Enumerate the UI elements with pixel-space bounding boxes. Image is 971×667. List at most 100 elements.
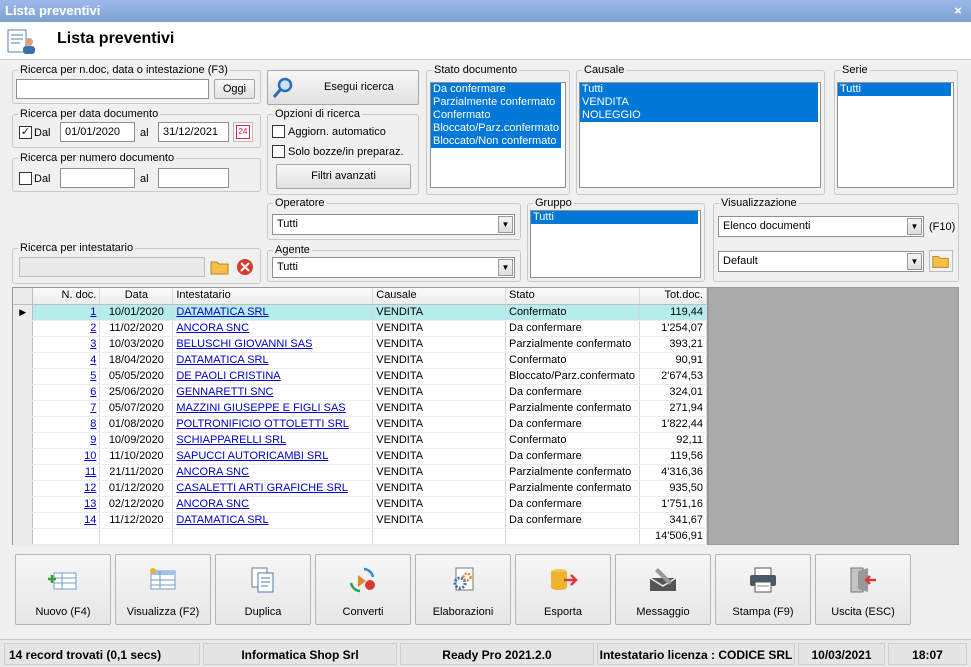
cell-ndoc-text[interactable]: 8 xyxy=(90,418,96,430)
cell-totdoc[interactable]: 119,44 xyxy=(639,304,708,321)
row-selector[interactable] xyxy=(13,320,34,337)
cell-ndoc[interactable]: 8 xyxy=(32,416,101,433)
cell-causale[interactable]: VENDITA xyxy=(372,320,506,337)
cell-intestatario[interactable]: ANCORA SNC xyxy=(172,464,374,481)
cell-data[interactable]: 11/02/2020 xyxy=(99,320,174,337)
cell-intestatario-text[interactable]: POLTRONIFICIO OTTOLETTI SRL xyxy=(176,418,349,430)
cell-stato[interactable]: Parzialmente confermato xyxy=(505,400,640,417)
table-row[interactable]: ▶ 1 10/01/2020 DATAMATICA SRL VENDITA Conferm… xyxy=(13,304,708,321)
col-header-intestatario[interactable]: Intestatario xyxy=(172,288,374,305)
cell-totdoc[interactable]: 271,94 xyxy=(639,400,708,417)
cell-totdoc[interactable]: 2'674,53 xyxy=(639,368,708,385)
cell-stato[interactable]: Parzialmente confermato xyxy=(505,480,640,497)
cell-ndoc[interactable]: 13 xyxy=(32,496,101,513)
toolbar-button-exit[interactable]: Uscita (ESC) xyxy=(815,554,911,625)
col-header-stato[interactable]: Stato xyxy=(505,288,640,305)
cell-intestatario-text[interactable]: MAZZINI GIUSEPPE E FIGLI SAS xyxy=(176,402,345,414)
table-row[interactable]: 9 10/09/2020 SCHIAPPARELLI SRL VENDITA Confe… xyxy=(13,432,708,449)
cell-stato[interactable]: Da confermare xyxy=(505,416,640,433)
status-option[interactable]: Bloccato/Non confermato xyxy=(431,135,561,148)
date-from-input[interactable]: 01/01/2020 xyxy=(60,122,135,142)
status-option[interactable]: Bloccato/Parz.confermato xyxy=(431,122,561,135)
gruppo-option[interactable]: Tutti xyxy=(531,211,698,224)
cell-ndoc-text[interactable]: 4 xyxy=(90,354,96,366)
intestatario-input[interactable] xyxy=(19,257,205,277)
cell-ndoc-text[interactable]: 13 xyxy=(84,498,96,510)
agente-select[interactable]: Tutti ▼ xyxy=(272,257,515,278)
cell-intestatario-text[interactable]: ANCORA SNC xyxy=(176,498,249,510)
cell-ndoc[interactable]: 5 xyxy=(32,368,101,385)
cell-intestatario[interactable]: DATAMATICA SRL xyxy=(172,352,374,369)
row-selector[interactable] xyxy=(13,512,34,529)
cell-causale[interactable]: VENDITA xyxy=(372,384,506,401)
cell-data[interactable]: 01/08/2020 xyxy=(99,416,174,433)
cell-totdoc[interactable]: 1'822,44 xyxy=(639,416,708,433)
cell-ndoc[interactable]: 2 xyxy=(32,320,101,337)
cell-intestatario-text[interactable]: BELUSCHI GIOVANNI SAS xyxy=(176,338,312,350)
toolbar-button-gears[interactable]: Elaborazioni xyxy=(415,554,511,625)
cell-data[interactable]: 11/12/2020 xyxy=(99,512,174,529)
cell-stato[interactable]: Da confermare xyxy=(505,320,640,337)
table-row[interactable]: 11 21/11/2020 ANCORA SNC VENDITA Parzialment… xyxy=(13,464,708,481)
cell-totdoc[interactable]: 1'751,16 xyxy=(639,496,708,513)
cell-data[interactable]: 10/03/2020 xyxy=(99,336,174,353)
folder-icon[interactable] xyxy=(929,250,953,272)
cell-ndoc-text[interactable]: 2 xyxy=(90,322,96,334)
cell-data[interactable]: 18/04/2020 xyxy=(99,352,174,369)
row-selector[interactable] xyxy=(13,368,34,385)
col-header-causale[interactable]: Causale xyxy=(372,288,506,305)
row-selector[interactable] xyxy=(13,496,34,513)
table-row[interactable]: 8 01/08/2020 POLTRONIFICIO OTTOLETTI SRL VE… xyxy=(13,416,708,433)
causale-option[interactable]: VENDITA xyxy=(580,96,818,109)
close-icon[interactable]: × xyxy=(951,0,965,22)
number-from-input[interactable] xyxy=(60,168,135,188)
cell-stato[interactable]: Da confermare xyxy=(505,496,640,513)
table-row[interactable]: 5 05/05/2020 DE PAOLI CRISTINA VENDITA Blocc… xyxy=(13,368,708,385)
cell-data[interactable]: 10/09/2020 xyxy=(99,432,174,449)
auto-update-checkbox[interactable] xyxy=(272,125,285,138)
cell-intestatario[interactable]: MAZZINI GIUSEPPE E FIGLI SAS xyxy=(172,400,374,417)
cell-causale[interactable]: VENDITA xyxy=(372,368,506,385)
cell-stato[interactable]: Da confermare xyxy=(505,512,640,529)
col-header-data[interactable]: Data xyxy=(99,288,174,305)
serie-list[interactable]: Tutti xyxy=(837,82,954,188)
cell-ndoc[interactable]: 10 xyxy=(32,448,101,465)
cell-ndoc-text[interactable]: 7 xyxy=(90,402,96,414)
cell-intestatario[interactable]: DATAMATICA SRL xyxy=(172,304,374,321)
operatore-select[interactable]: Tutti ▼ xyxy=(272,214,515,235)
cell-stato[interactable]: Confermato xyxy=(505,432,640,449)
cell-causale[interactable]: VENDITA xyxy=(372,400,506,417)
cell-causale[interactable]: VENDITA xyxy=(372,336,506,353)
execute-search-button[interactable]: Esegui ricerca xyxy=(267,70,419,105)
oggi-button[interactable]: Oggi xyxy=(214,79,255,99)
cell-intestatario[interactable]: SCHIAPPARELLI SRL xyxy=(172,432,374,449)
cell-data[interactable]: 01/12/2020 xyxy=(99,480,174,497)
table-row[interactable]: 7 05/07/2020 MAZZINI GIUSEPPE E FIGLI SAS V… xyxy=(13,400,708,417)
table-row[interactable]: 6 25/06/2020 GENNARETTI SNC VENDITA Da confe… xyxy=(13,384,708,401)
row-selector[interactable] xyxy=(13,352,34,369)
cell-totdoc[interactable]: 119,56 xyxy=(639,448,708,465)
table-row[interactable]: 3 10/03/2020 BELUSCHI GIOVANNI SAS VENDITA P… xyxy=(13,336,708,353)
cell-ndoc[interactable]: 12 xyxy=(32,480,101,497)
clear-icon[interactable] xyxy=(234,256,256,278)
cell-totdoc[interactable]: 90,91 xyxy=(639,352,708,369)
cell-ndoc[interactable]: 6 xyxy=(32,384,101,401)
cell-ndoc-text[interactable]: 3 xyxy=(90,338,96,350)
table-row[interactable]: 12 01/12/2020 CASALETTI ARTI GRAFICHE SRL V… xyxy=(13,480,708,497)
cell-totdoc[interactable]: 1'254,07 xyxy=(639,320,708,337)
cell-intestatario[interactable]: ANCORA SNC xyxy=(172,320,374,337)
cell-causale[interactable]: VENDITA xyxy=(372,448,506,465)
cell-stato[interactable]: Da confermare xyxy=(505,448,640,465)
cell-intestatario[interactable]: DE PAOLI CRISTINA xyxy=(172,368,374,385)
row-selector[interactable] xyxy=(13,400,34,417)
cell-causale[interactable]: VENDITA xyxy=(372,512,506,529)
cell-totdoc[interactable]: 341,67 xyxy=(639,512,708,529)
cell-ndoc[interactable]: 11 xyxy=(32,464,101,481)
row-selector[interactable] xyxy=(13,432,34,449)
cell-stato[interactable]: Bloccato/Parz.confermato xyxy=(505,368,640,385)
cell-intestatario-text[interactable]: ANCORA SNC xyxy=(176,466,249,478)
status-list[interactable]: Da confermare Parzialmente confermato Co… xyxy=(430,82,566,188)
cell-intestatario-text[interactable]: SAPUCCI AUTORICAMBI SRL xyxy=(176,450,328,462)
row-selector[interactable] xyxy=(13,384,34,401)
cell-intestatario[interactable]: ANCORA SNC xyxy=(172,496,374,513)
